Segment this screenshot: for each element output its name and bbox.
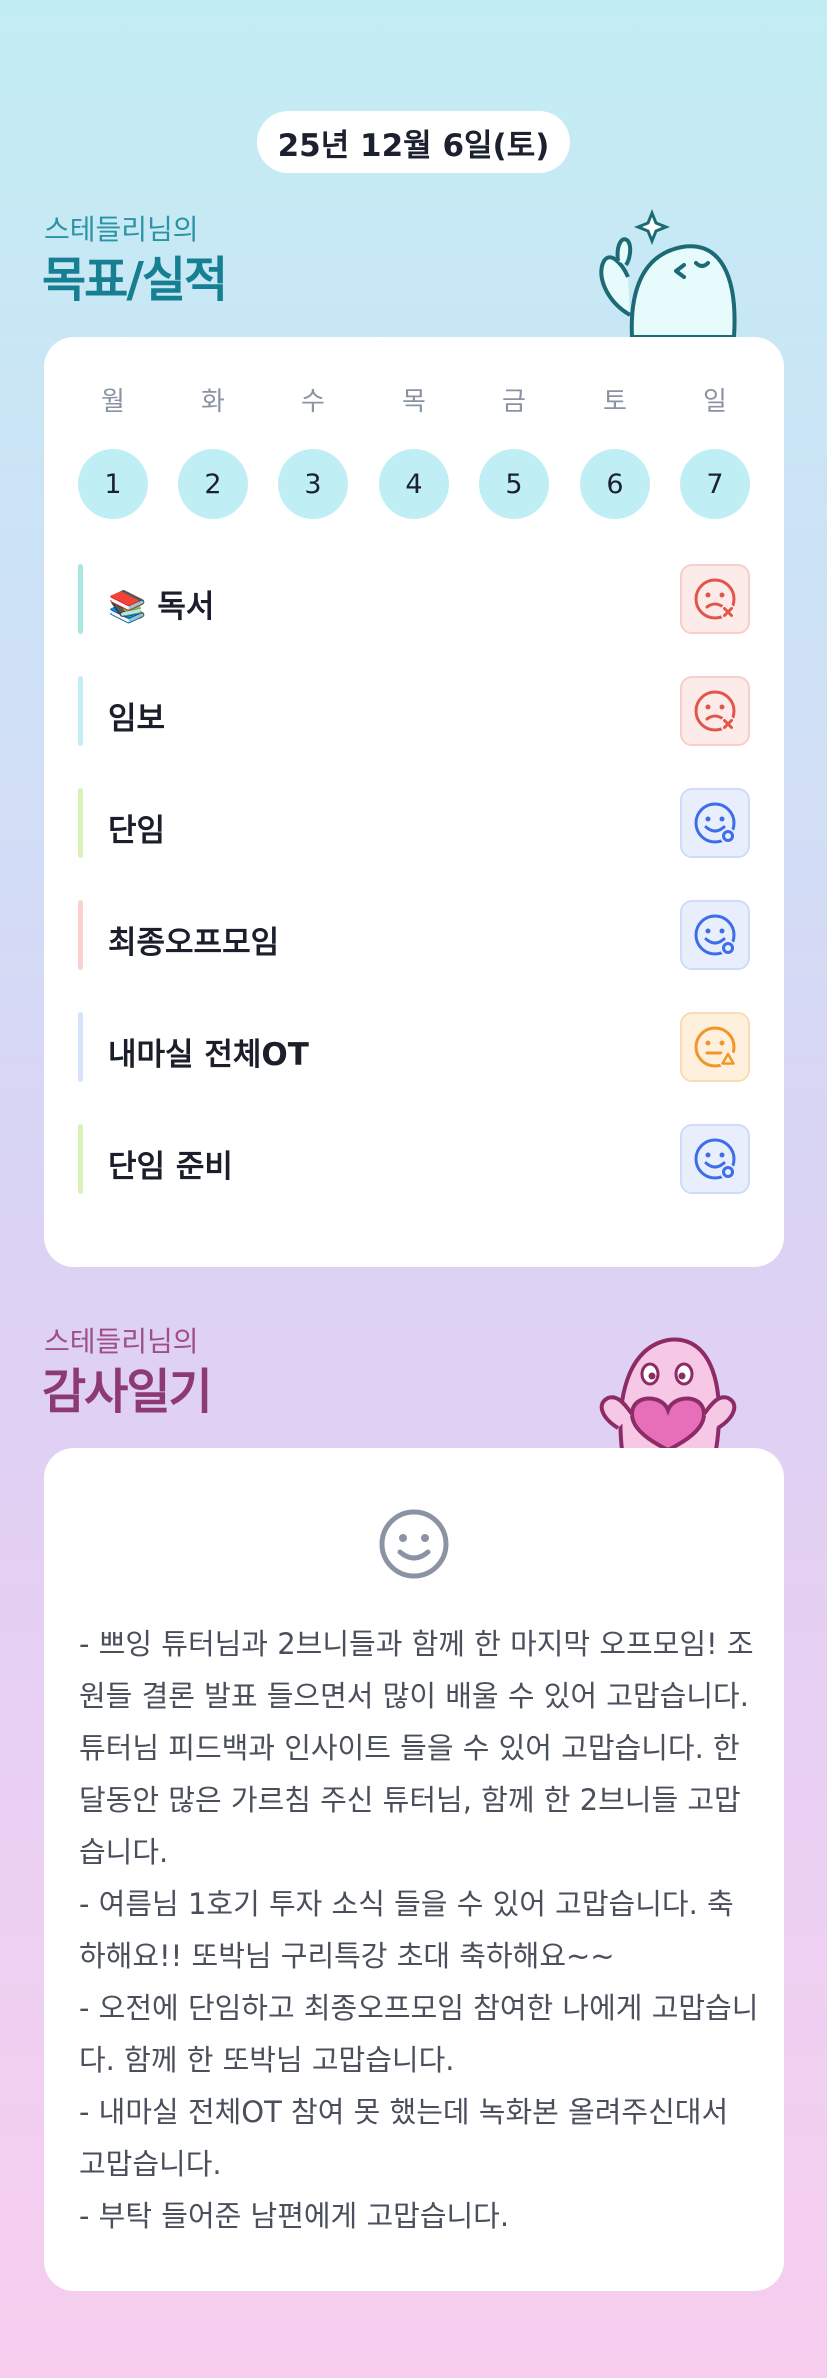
sad-x-face-icon bbox=[694, 578, 736, 620]
thanks-section-title: 감사일기 bbox=[42, 1364, 213, 1420]
smile-face-icon bbox=[694, 1138, 736, 1180]
weekday-mon: 월 bbox=[101, 387, 125, 417]
goal-status-partial[interactable] bbox=[680, 1012, 750, 1082]
goal-row[interactable]: 단임 준비 bbox=[78, 1124, 750, 1194]
goal-label: 내마실 전체OT bbox=[108, 1037, 309, 1073]
mascot-heart-icon bbox=[599, 1337, 737, 1450]
goal-color-bar bbox=[78, 564, 83, 634]
weekday-header: 월 화 수 목 금 토 일 bbox=[78, 381, 750, 421]
goal-row[interactable]: 단임 bbox=[78, 788, 750, 858]
neutral-triangle-face-icon bbox=[694, 1026, 737, 1069]
weekday-sun: 일 bbox=[703, 387, 727, 417]
goal-label: 임보 bbox=[108, 701, 166, 737]
weekday-sat: 토 bbox=[603, 387, 627, 417]
thanks-diary-card: - 쁘잉 튜터님과 2브니들과 함께 한 마지막 오프모임! 조원들 결론 발표… bbox=[44, 1448, 784, 2291]
date-badge: 25년 12월 6일(토) bbox=[257, 111, 570, 173]
goal-color-bar bbox=[78, 900, 83, 970]
goal-row[interactable]: 내마실 전체OT bbox=[78, 1012, 750, 1082]
goal-status-done[interactable] bbox=[680, 1124, 750, 1194]
goal-row[interactable]: 최종오프모임 bbox=[78, 900, 750, 970]
goal-row[interactable]: 📚 독서 bbox=[78, 564, 750, 634]
goal-status-done[interactable] bbox=[680, 900, 750, 970]
smile-face-icon bbox=[379, 1509, 449, 1579]
date-chip[interactable]: 2 bbox=[178, 449, 248, 519]
mascot-ghost-icon bbox=[599, 208, 737, 337]
date-chip[interactable]: 7 bbox=[680, 449, 750, 519]
weekday-thu: 목 bbox=[402, 387, 426, 417]
weekday-fri: 금 bbox=[502, 387, 526, 417]
goal-status-done[interactable] bbox=[680, 788, 750, 858]
goals-section-title: 목표/실적 bbox=[42, 252, 228, 308]
sad-x-face-icon bbox=[694, 690, 736, 732]
goal-label: 최종오프모임 bbox=[108, 925, 280, 961]
date-chip[interactable]: 1 bbox=[78, 449, 148, 519]
date-chip[interactable]: 3 bbox=[278, 449, 348, 519]
weekday-tue: 화 bbox=[201, 387, 225, 417]
goal-label: 📚 독서 bbox=[108, 589, 215, 625]
week-dates: 1 2 3 4 5 6 7 bbox=[78, 449, 750, 519]
goal-color-bar bbox=[78, 1012, 83, 1082]
date-chip[interactable]: 5 bbox=[479, 449, 549, 519]
goal-row[interactable]: 임보 bbox=[78, 676, 750, 746]
smile-face-icon bbox=[694, 802, 736, 844]
goals-card: 월 화 수 목 금 토 일 1 2 3 4 5 6 7 📚 독서 임보 단임 최… bbox=[44, 337, 784, 1267]
weekday-wed: 수 bbox=[301, 387, 325, 417]
diary-text: - 쁘잉 튜터님과 2브니들과 함께 한 마지막 오프모임! 조원들 결론 발표… bbox=[79, 1627, 759, 2233]
date-chip[interactable]: 6 bbox=[580, 449, 650, 519]
goal-label: 단임 준비 bbox=[108, 1149, 233, 1185]
goal-color-bar bbox=[78, 676, 83, 746]
goal-color-bar bbox=[78, 788, 83, 858]
goal-label: 단임 bbox=[108, 813, 166, 849]
date-chip[interactable]: 4 bbox=[379, 449, 449, 519]
goal-status-fail[interactable] bbox=[680, 564, 750, 634]
smile-face-icon bbox=[694, 914, 736, 956]
goal-color-bar bbox=[78, 1124, 83, 1194]
goal-status-fail[interactable] bbox=[680, 676, 750, 746]
